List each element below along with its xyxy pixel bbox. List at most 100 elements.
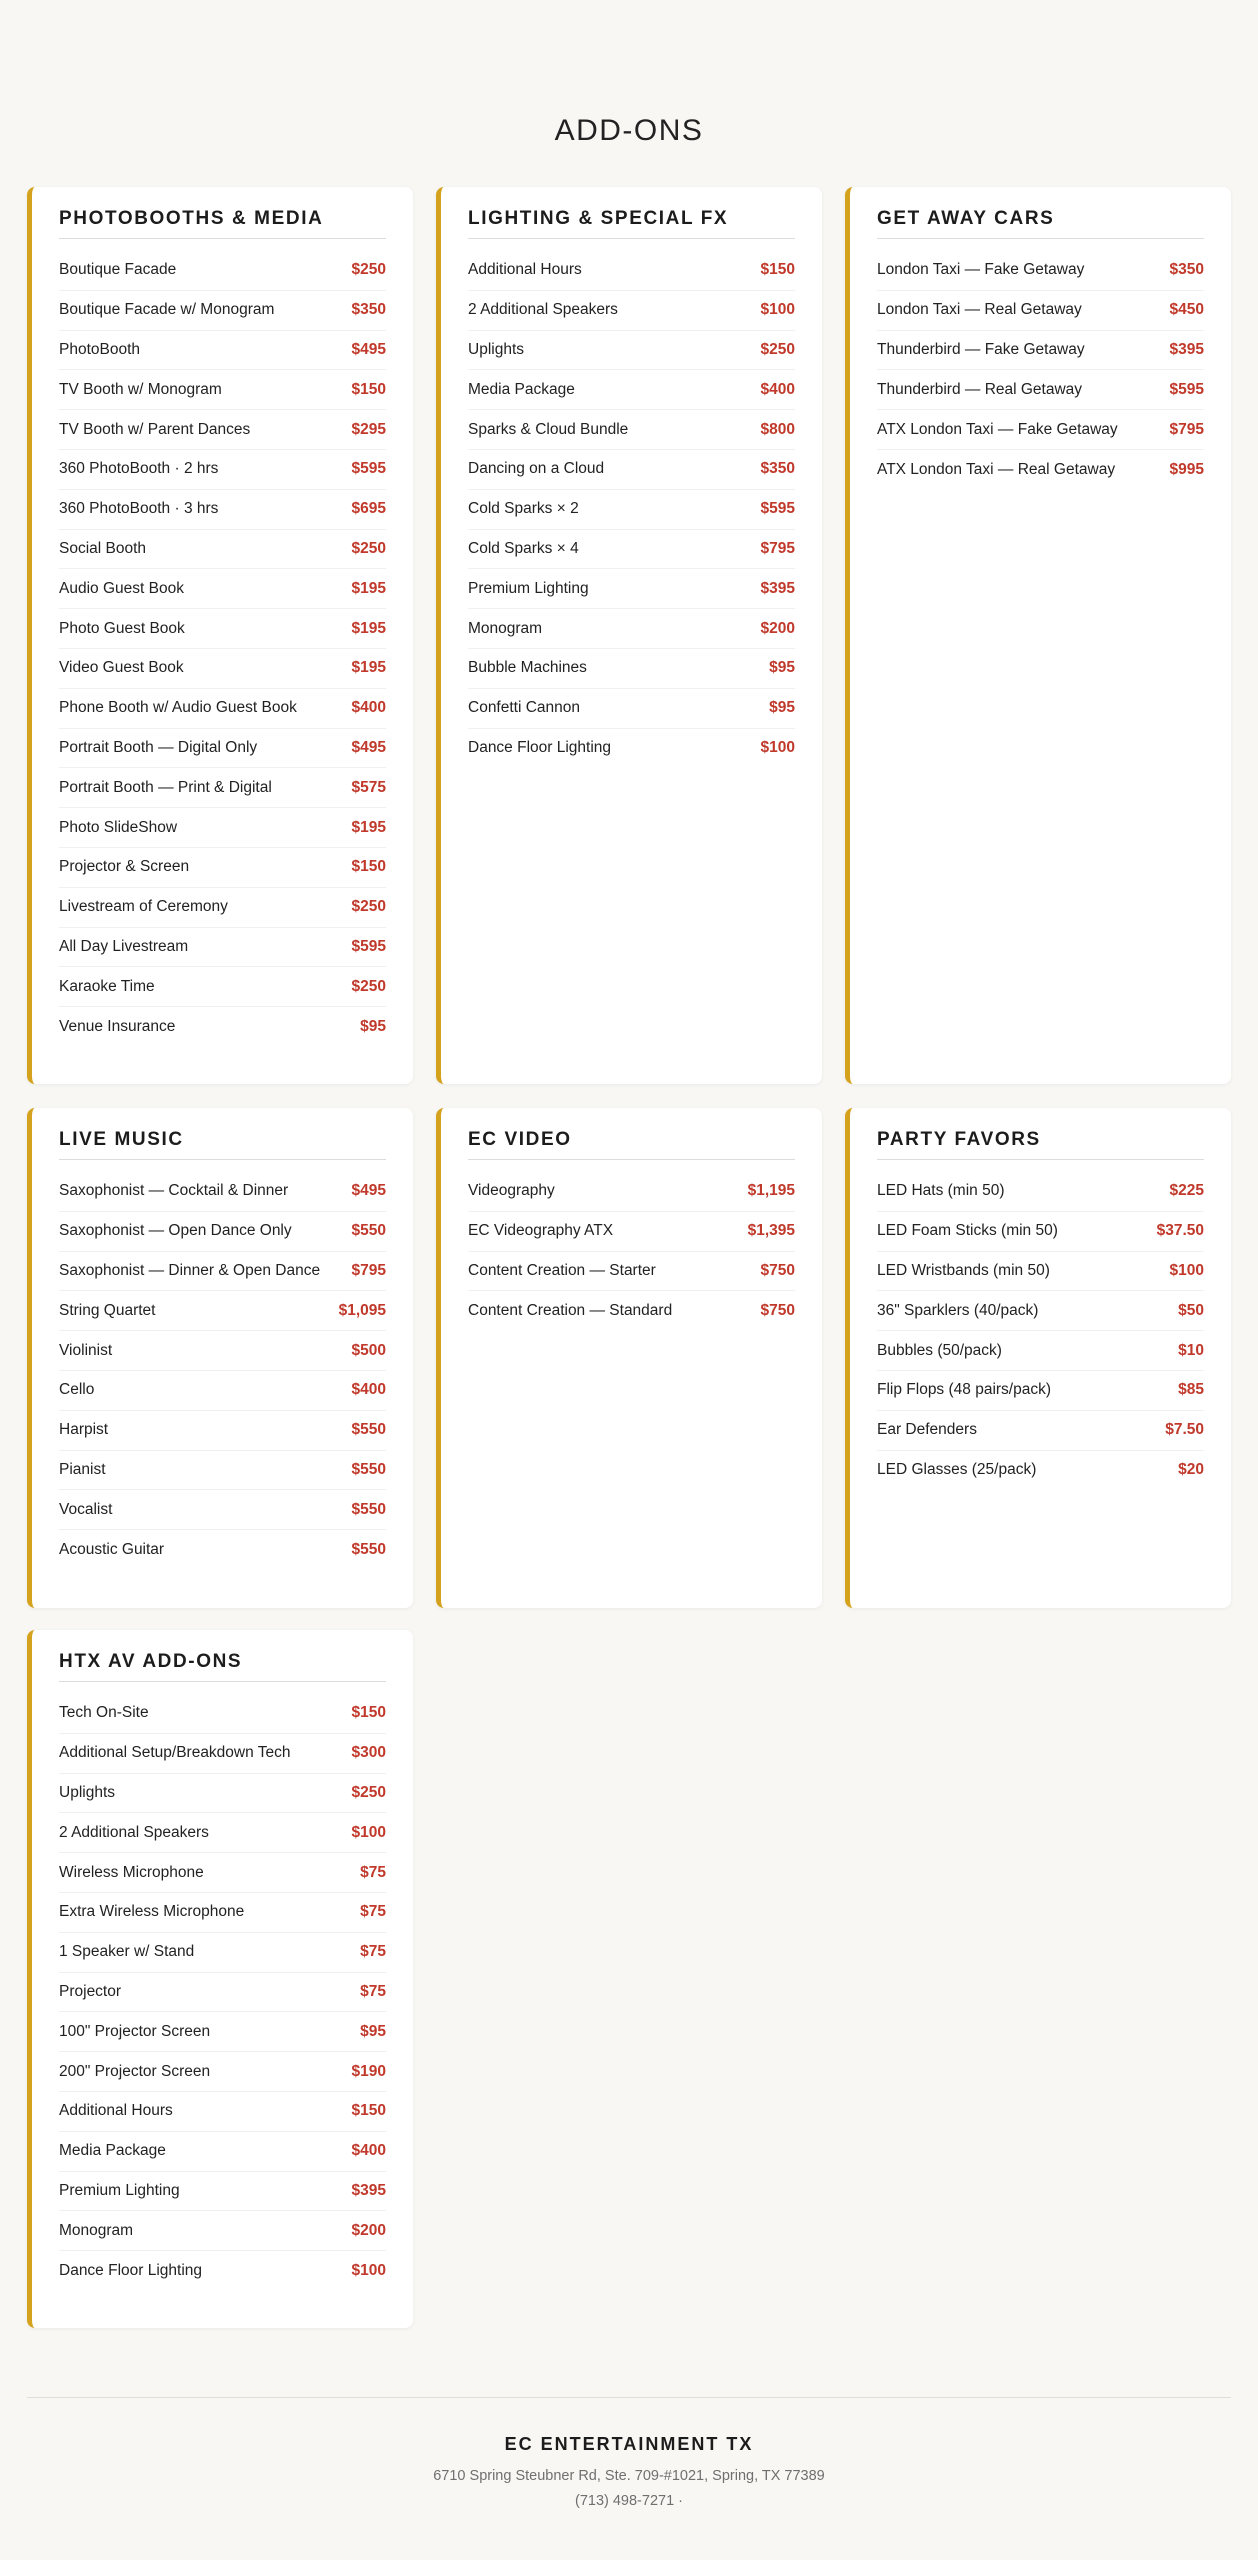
item-price: $350 [1169, 261, 1204, 279]
item-price: $150 [351, 858, 386, 876]
item-name: Vocalist [59, 1500, 113, 1518]
item-name: ATX London Taxi — Real Getaway [877, 460, 1116, 478]
item-price: $1,395 [747, 1222, 795, 1240]
item-name: Content Creation — Standard [468, 1302, 673, 1320]
list-item: 2 Additional Speakers $100 [59, 1813, 386, 1854]
item-price: $595 [760, 500, 795, 518]
item-name: Venue Insurance [59, 1018, 176, 1036]
item-price: $100 [351, 1823, 386, 1841]
item-price: $95 [769, 699, 795, 717]
section-divider [877, 238, 1204, 239]
list-item: EC Videography ATX $1,395 [468, 1212, 795, 1252]
list-item: Premium Lighting $395 [59, 2172, 386, 2212]
list-item: Photo Guest Book $195 [59, 609, 386, 649]
item-list: Additional Hours $150 2 Additional Speaker… [468, 251, 795, 768]
section-title: GET AWAY CARS [877, 208, 1055, 229]
item-name: Karaoke Time [59, 977, 155, 995]
item-name: Content Creation — Starter [468, 1261, 656, 1279]
item-name: TV Booth w/ Parent Dances [59, 420, 251, 438]
item-name: Saxophonist — Cocktail & Dinner [59, 1182, 289, 1200]
list-item: Projector & Screen $150 [59, 848, 386, 888]
item-name: Saxophonist — Dinner & Open Dance [59, 1261, 321, 1279]
list-item: Uplights $250 [59, 1774, 386, 1814]
list-item: Content Creation — Starter $750 [468, 1252, 795, 1292]
list-item: TV Booth w/ Monogram $150 [59, 370, 386, 411]
item-price: $595 [351, 937, 386, 955]
section-ec-video: EC VIDEO Videography $1,195 EC Videography… [436, 1108, 822, 1608]
item-name: Pianist [59, 1460, 106, 1478]
list-item: Extra Wireless Microphone $75 [59, 1893, 386, 1933]
list-item: 1 Speaker w/ Stand $75 [59, 1933, 386, 1973]
item-name: Photo Guest Book [59, 619, 185, 637]
item-price: $150 [351, 380, 386, 398]
item-price: $195 [351, 659, 386, 677]
item-price: $250 [351, 261, 386, 279]
item-name: Photo SlideShow [59, 818, 178, 836]
item-price: $75 [360, 1982, 386, 2000]
item-name: Tech On-Site [59, 1704, 149, 1722]
list-item: Wireless Microphone $75 [59, 1853, 386, 1893]
list-item: Boutique Facade w/ Monogram $350 [59, 291, 386, 331]
list-item: Vocalist $550 [59, 1490, 386, 1531]
list-item: Cello $400 [59, 1371, 386, 1411]
list-item: Saxophonist — Open Dance Only $550 [59, 1212, 386, 1252]
item-price: $150 [351, 1704, 386, 1722]
section-divider [877, 1159, 1204, 1160]
item-name: Livestream of Ceremony [59, 898, 228, 916]
item-price: $995 [1169, 460, 1204, 478]
item-name: Uplights [59, 1783, 115, 1801]
list-item: LED Glasses (25/pack) $20 [877, 1451, 1204, 1491]
item-price: $695 [351, 500, 386, 518]
item-price: $7.50 [1165, 1421, 1204, 1439]
item-name: Media Package [468, 380, 575, 398]
item-name: Ear Defenders [877, 1421, 977, 1439]
list-item: Premium Lighting $395 [468, 569, 795, 610]
item-price: $550 [351, 1500, 386, 1518]
item-name: Thunderbird — Real Getaway [877, 380, 1083, 398]
item-price: $100 [760, 301, 795, 319]
footer-phone[interactable]: (713) 498-7271 · [0, 2493, 1258, 2509]
item-list: Videography $1,195 EC Videography ATX $1,39… [468, 1172, 795, 1331]
item-price: $400 [351, 699, 386, 717]
list-item: 100" Projector Screen $95 [59, 2012, 386, 2053]
item-price: $550 [351, 1222, 386, 1240]
list-item: TV Booth w/ Parent Dances $295 [59, 410, 386, 450]
item-price: $195 [351, 579, 386, 597]
list-item: Bubble Machines $95 [468, 649, 795, 689]
item-name: Wireless Microphone [59, 1863, 204, 1881]
item-price: $795 [760, 539, 795, 557]
item-list: Tech On-Site $150 Additional Setup/Breakdo… [59, 1694, 386, 2291]
item-name: Premium Lighting [59, 2181, 180, 2199]
item-name: Uplights [468, 340, 524, 358]
item-name: LED Glasses (25/pack) [877, 1461, 1037, 1479]
item-price: $795 [1169, 420, 1204, 438]
item-price: $495 [351, 340, 386, 358]
item-name: Portrait Booth — Digital Only [59, 738, 258, 756]
item-name: Thunderbird — Fake Getaway [877, 340, 1085, 358]
item-price: $495 [351, 738, 386, 756]
list-item: 360 PhotoBooth · 2 hrs $595 [59, 450, 386, 490]
item-price: $750 [760, 1261, 795, 1279]
item-price: $250 [351, 539, 386, 557]
item-price: $75 [360, 1863, 386, 1881]
list-item: Saxophonist — Dinner & Open Dance $795 [59, 1252, 386, 1292]
item-price: $150 [351, 2102, 386, 2120]
item-price: $100 [351, 2262, 386, 2280]
item-name: Premium Lighting [468, 579, 589, 597]
item-price: $400 [760, 380, 795, 398]
list-item: LED Foam Sticks (min 50) $37.50 [877, 1212, 1204, 1252]
item-name: 100" Projector Screen [59, 2022, 211, 2040]
item-name: Extra Wireless Microphone [59, 1903, 245, 1921]
item-name: Confetti Cannon [468, 699, 581, 717]
item-price: $395 [351, 2181, 386, 2199]
item-name: PhotoBooth [59, 340, 141, 358]
list-item: Boutique Facade $250 [59, 251, 386, 291]
list-item: Photo SlideShow $195 [59, 808, 386, 848]
item-price: $295 [351, 420, 386, 438]
item-name: 2 Additional Speakers [59, 1823, 209, 1841]
list-item: London Taxi — Real Getaway $450 [877, 291, 1204, 331]
item-price: $350 [760, 460, 795, 478]
section-divider [59, 1681, 386, 1682]
section-lighting-special-fx: LIGHTING & SPECIAL FX Additional Hours $1… [436, 187, 822, 1084]
item-list: Saxophonist — Cocktail & Dinner $495 Saxop… [59, 1172, 386, 1570]
